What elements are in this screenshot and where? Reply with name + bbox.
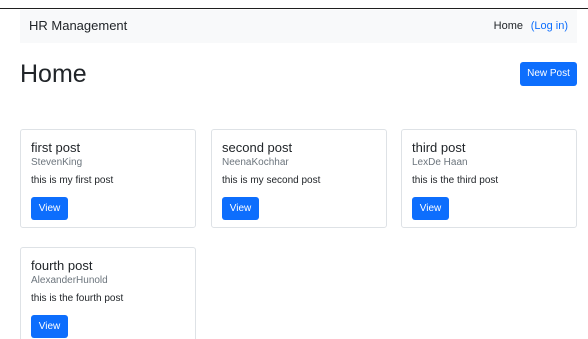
new-post-button[interactable]: New Post (520, 62, 577, 86)
post-card: second post NeenaKochhar this is my seco… (211, 129, 387, 228)
post-body: this is the third post (412, 175, 499, 186)
post-author: StevenKing (31, 157, 83, 168)
post-title: second post (222, 140, 293, 155)
post-author: LexDe Haan (412, 157, 468, 168)
post-body: this is my first post (31, 175, 114, 186)
view-button[interactable]: View (31, 315, 68, 338)
post-body: this is my second post (222, 175, 321, 186)
post-author: AlexanderHunold (31, 275, 108, 286)
page: HR Management Home (Log in) Home New Pos… (0, 0, 588, 339)
post-body: this is the fourth post (31, 293, 124, 304)
top-divider (0, 8, 588, 9)
nav-link-login[interactable]: (Log in) (531, 20, 568, 32)
view-button[interactable]: View (31, 197, 68, 220)
post-card: fourth post AlexanderHunold this is the … (20, 247, 196, 339)
nav-link-home[interactable]: Home (494, 20, 523, 32)
navbar-brand[interactable]: HR Management (29, 18, 127, 33)
navbar: HR Management Home (Log in) (20, 10, 577, 43)
post-title: first post (31, 140, 81, 155)
page-title: Home (20, 60, 87, 88)
post-card: third post LexDe Haan this is the third … (401, 129, 577, 228)
post-title: fourth post (31, 258, 93, 273)
view-button[interactable]: View (412, 197, 449, 220)
post-author: NeenaKochhar (222, 157, 289, 168)
post-card: first post StevenKing this is my first p… (20, 129, 196, 228)
view-button[interactable]: View (222, 197, 259, 220)
post-title: third post (412, 140, 466, 155)
